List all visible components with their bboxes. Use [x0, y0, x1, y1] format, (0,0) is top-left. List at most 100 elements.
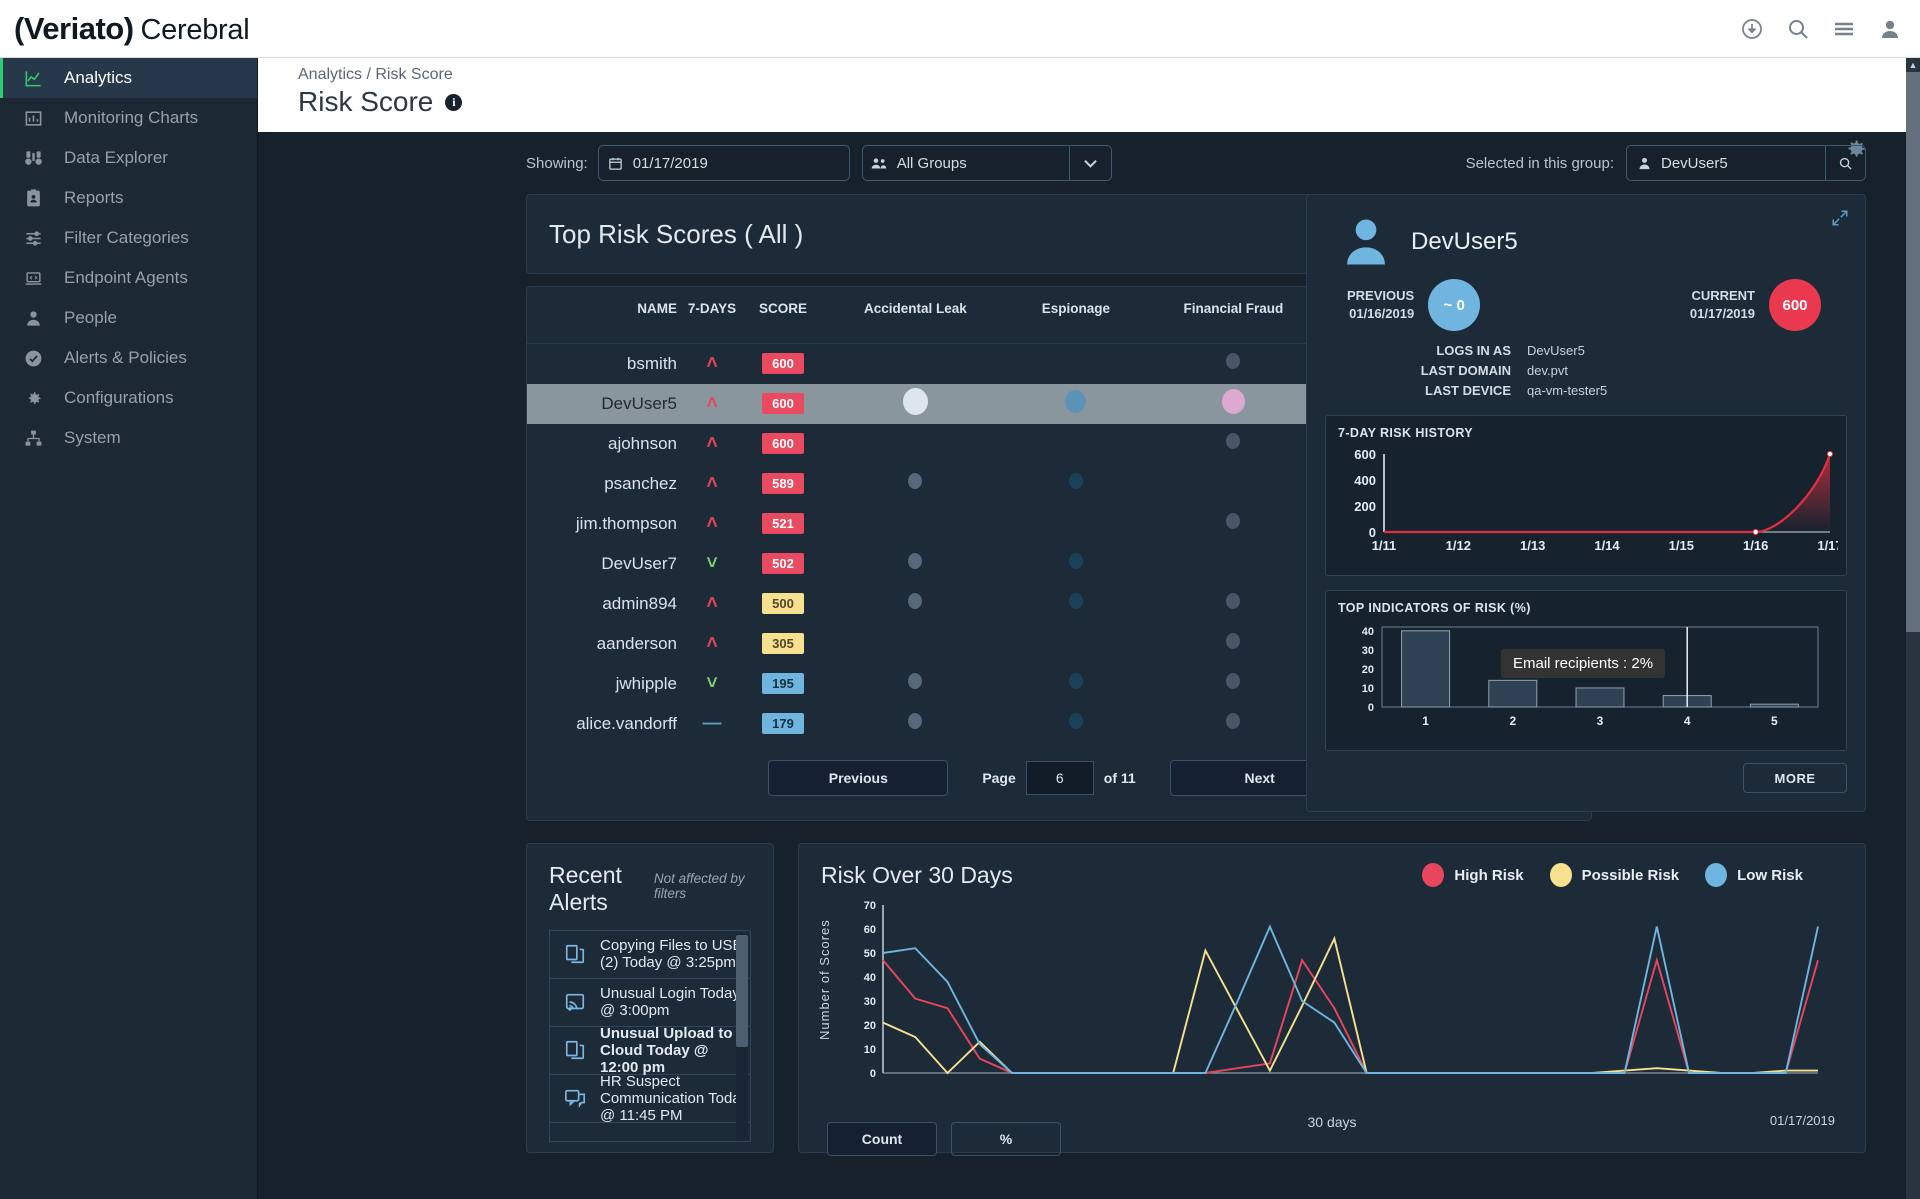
- risk-dot-cell[interactable]: [1140, 464, 1327, 504]
- risk-dot-cell[interactable]: [1140, 504, 1327, 544]
- info-icon[interactable]: i: [445, 94, 462, 111]
- sidebar-item-analytics[interactable]: Analytics: [0, 58, 257, 98]
- risk-dot: [1226, 353, 1240, 369]
- risk-dot-cell[interactable]: [819, 424, 1012, 464]
- risk-dot-cell[interactable]: [819, 544, 1012, 584]
- trend-cell: ˄: [677, 624, 747, 664]
- risk-dot-cell[interactable]: [1012, 544, 1140, 584]
- risk-dot-cell[interactable]: [819, 504, 1012, 544]
- user-name-cell[interactable]: psanchez: [527, 464, 677, 504]
- risk-dot-cell[interactable]: [1140, 424, 1327, 464]
- sidebar-item-reports[interactable]: Reports: [0, 178, 257, 218]
- col-score[interactable]: SCORE: [747, 287, 819, 344]
- risk-dot-cell[interactable]: [1012, 344, 1140, 384]
- sidebar-item-system[interactable]: System: [0, 418, 257, 458]
- risk-dot: [908, 593, 922, 609]
- scroll-up-icon[interactable]: ▲: [1906, 58, 1920, 72]
- lower-row: Recent Alerts Not affected by filters Co…: [258, 843, 1906, 1153]
- search-icon[interactable]: [1825, 146, 1865, 180]
- risk-dot-cell[interactable]: [1012, 624, 1140, 664]
- selected-user-search[interactable]: DevUser5: [1626, 145, 1866, 181]
- risk-dot-cell[interactable]: [1140, 384, 1327, 424]
- sidebar-item-alerts-policies[interactable]: Alerts & Policies: [0, 338, 257, 378]
- user-name-cell[interactable]: ajohnson: [527, 424, 677, 464]
- score-cell: 179: [747, 704, 819, 744]
- legend-item-high-risk[interactable]: High Risk: [1422, 863, 1523, 887]
- user-name-cell[interactable]: DevUser7: [527, 544, 677, 584]
- col-accidental-leak[interactable]: Accidental Leak: [819, 287, 1012, 344]
- date-picker[interactable]: 01/17/2019: [598, 145, 850, 181]
- sidebar-item-monitoring-charts[interactable]: Monitoring Charts: [0, 98, 257, 138]
- risk-dot-cell[interactable]: [1012, 464, 1140, 504]
- sidebar-item-configurations[interactable]: Configurations: [0, 378, 257, 418]
- user-name-cell[interactable]: jim.thompson: [527, 504, 677, 544]
- recent-alerts-list[interactable]: Copying Files to USB (2) Today @ 3:25pmU…: [549, 930, 751, 1142]
- risk-dot-cell[interactable]: [1012, 424, 1140, 464]
- risk-dot-cell[interactable]: [1012, 664, 1140, 704]
- risk-dot-cell[interactable]: [819, 624, 1012, 664]
- search-icon[interactable]: [1786, 17, 1810, 41]
- menu-icon[interactable]: [1832, 17, 1856, 41]
- risk-dot-cell[interactable]: [819, 464, 1012, 504]
- risk-dot-cell[interactable]: [1140, 584, 1327, 624]
- chevron-down-icon[interactable]: [1069, 146, 1111, 180]
- more-button[interactable]: MORE: [1743, 763, 1847, 793]
- col-financial-fraud[interactable]: Financial Fraud: [1140, 287, 1327, 344]
- risk-dot-cell[interactable]: [1140, 344, 1327, 384]
- user-name-cell[interactable]: jwhipple: [527, 664, 677, 704]
- page-scrollbar[interactable]: ▲: [1906, 58, 1920, 1199]
- sidebar-item-endpoint-agents[interactable]: Endpoint Agents: [0, 258, 257, 298]
- download-icon[interactable]: [1740, 17, 1764, 41]
- score-cell: 600: [747, 424, 819, 464]
- toggle-percent-button[interactable]: %: [951, 1122, 1061, 1156]
- risk-dot-cell[interactable]: [819, 584, 1012, 624]
- risk-dot-cell[interactable]: [819, 384, 1012, 424]
- col-7days[interactable]: 7-DAYS: [677, 287, 747, 344]
- expand-icon[interactable]: [1831, 209, 1849, 232]
- risk-dot-cell[interactable]: [819, 664, 1012, 704]
- score-badge: 600: [762, 433, 804, 454]
- col-name[interactable]: NAME: [527, 287, 677, 344]
- risk30-x-axis-label: 30 days: [1307, 1114, 1356, 1130]
- risk-dot-cell[interactable]: [1140, 704, 1327, 744]
- detail-user-name: DevUser5: [1411, 228, 1518, 256]
- risk-dot-cell[interactable]: [1012, 584, 1140, 624]
- user-name-cell[interactable]: alice.vandorff: [527, 704, 677, 744]
- risk30-toggles: Count %: [827, 1122, 1061, 1156]
- risk-dot-cell[interactable]: [819, 344, 1012, 384]
- risk-dot-cell[interactable]: [1140, 664, 1327, 704]
- sidebar-item-data-explorer[interactable]: Data Explorer: [0, 138, 257, 178]
- list-item[interactable]: HR Suspect Communication Today @ 11:45 P…: [550, 1075, 750, 1123]
- user-name-cell[interactable]: bsmith: [527, 344, 677, 384]
- user-name-cell[interactable]: aanderson: [527, 624, 677, 664]
- sidebar-item-people[interactable]: People: [0, 298, 257, 338]
- list-item[interactable]: Unusual Login Today @ 3:00pm: [550, 979, 750, 1027]
- sidebar-item-label: Data Explorer: [64, 148, 168, 168]
- page-scrollbar-thumb[interactable]: [1906, 72, 1920, 632]
- alerts-scrollbar-thumb[interactable]: [736, 935, 748, 1047]
- trend-cell: ˄: [677, 504, 747, 544]
- risk-dot-cell[interactable]: [1012, 384, 1140, 424]
- risk-dot-cell[interactable]: [1012, 504, 1140, 544]
- risk-dot-cell[interactable]: [819, 704, 1012, 744]
- page-number-input[interactable]: [1026, 761, 1094, 795]
- risk-dot-cell[interactable]: [1012, 704, 1140, 744]
- user-name-cell[interactable]: DevUser5: [527, 384, 677, 424]
- col-espionage[interactable]: Espionage: [1012, 287, 1140, 344]
- sidebar-item-filter-categories[interactable]: Filter Categories: [0, 218, 257, 258]
- legend-item-possible-risk[interactable]: Possible Risk: [1550, 863, 1680, 887]
- breadcrumb[interactable]: Analytics / Risk Score: [298, 66, 1906, 84]
- risk-dot-cell[interactable]: [1140, 624, 1327, 664]
- legend-item-low-risk[interactable]: Low Risk: [1705, 863, 1803, 887]
- calendar-icon: [599, 156, 633, 171]
- risk-dot-cell[interactable]: [1140, 544, 1327, 584]
- list-item[interactable]: Copying Files to USB (2) Today @ 3:25pm: [550, 931, 750, 979]
- previous-page-button[interactable]: Previous: [768, 760, 948, 796]
- toggle-count-button[interactable]: Count: [827, 1122, 937, 1156]
- meta-row: LAST DOMAIN dev.pvt: [1325, 361, 1847, 381]
- legend-label: High Risk: [1454, 867, 1523, 884]
- list-item[interactable]: Unusual Upload to Cloud Today @ 12:00 pm: [550, 1027, 750, 1075]
- user-name-cell[interactable]: admin894: [527, 584, 677, 624]
- user-icon[interactable]: [1878, 17, 1902, 41]
- group-select[interactable]: All Groups: [862, 145, 1112, 181]
